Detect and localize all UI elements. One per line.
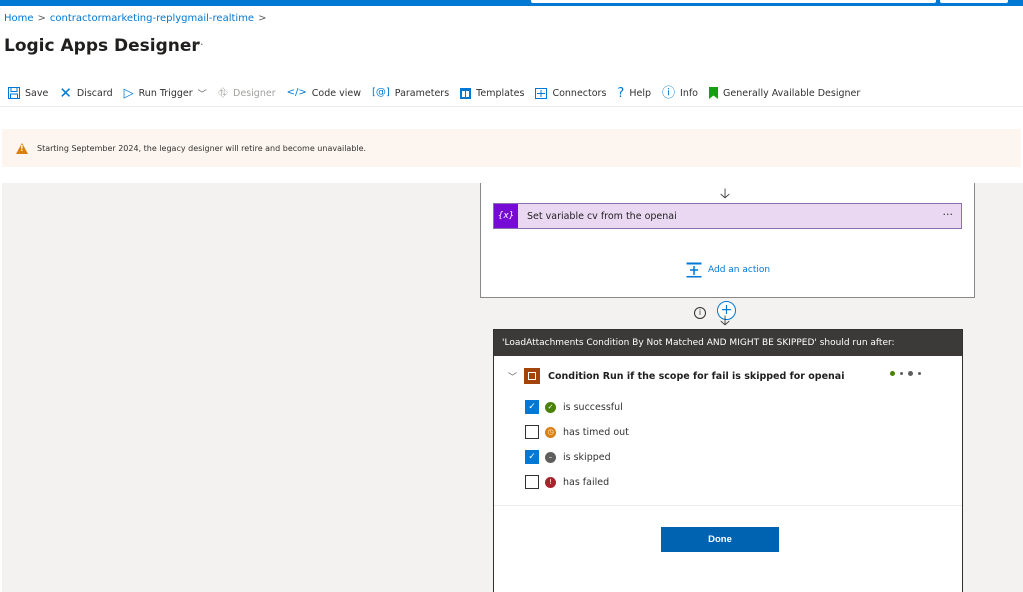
run-after-panel: 'LoadAttachments Condition By Not Matche… — [493, 329, 963, 592]
toolbar-divider — [0, 106, 1023, 107]
info-button[interactable]: ⓘ Info — [662, 87, 698, 100]
retirement-warning-banner: Starting September 2024, the legacy desi… — [2, 129, 1021, 167]
add-action-icon — [686, 262, 702, 278]
templates-button[interactable]: Templates — [460, 87, 525, 99]
designer-label: Designer — [233, 87, 276, 99]
failed-icon: ! — [545, 476, 556, 488]
play-icon: ▷ — [123, 85, 134, 101]
checkbox-checked[interactable]: ✓ — [525, 400, 539, 414]
top-nav-bar — [0, 0, 1023, 6]
more-options-icon[interactable]: ··· — [193, 38, 204, 51]
arrow-down-icon: 🡣 — [720, 313, 731, 329]
close-icon: ✕ — [59, 83, 72, 102]
variable-icon: {x} — [494, 204, 518, 228]
chevron-down-icon: ﹀ — [197, 89, 207, 100]
add-action-label: Add an action — [708, 265, 771, 275]
option-label: is successful — [563, 401, 623, 413]
code-view-label: Code view — [311, 87, 361, 99]
save-icon — [8, 87, 20, 99]
checkbox-unchecked[interactable] — [525, 425, 539, 439]
help-button[interactable]: ? Help — [617, 87, 651, 100]
option-is-skipped[interactable]: ✓ – is skipped — [525, 450, 611, 464]
designer-toolbar: Save ✕ Discard ▷ Run Trigger ﹀ ⛗ Designer </… — [8, 84, 871, 102]
breadcrumb-separator-icon: > — [258, 13, 267, 24]
bookmark-icon — [709, 87, 718, 99]
run-trigger-label: Run Trigger — [138, 87, 193, 99]
checkbox-unchecked[interactable] — [525, 475, 539, 489]
save-label: Save — [25, 87, 49, 99]
option-label: has failed — [563, 476, 610, 488]
info-icon: ⓘ — [662, 85, 676, 101]
templates-label: Templates — [476, 87, 525, 99]
scope-icon — [524, 368, 541, 384]
save-button[interactable]: Save — [8, 87, 48, 99]
clock-icon: ◷ — [545, 426, 556, 438]
warning-icon — [16, 142, 28, 154]
condition-name: Condition Run if the scope for fail is s… — [548, 370, 845, 382]
help-label: Help — [629, 87, 651, 99]
warning-text: Starting September 2024, the legacy desi… — [37, 143, 367, 153]
info-label: Info — [680, 87, 698, 99]
connectors-icon — [535, 87, 548, 99]
connectors-label: Connectors — [552, 87, 607, 99]
breadcrumb-home[interactable]: Home — [4, 13, 34, 24]
option-is-successful[interactable]: ✓ ✓ is successful — [525, 400, 623, 414]
action-more-icon[interactable]: ··· — [943, 208, 954, 221]
set-variable-action[interactable]: {x} Set variable cv from the openai ··· — [493, 203, 962, 229]
option-has-timed-out[interactable]: ◷ has timed out — [525, 425, 629, 439]
templates-icon — [460, 87, 472, 99]
parameters-button[interactable]: [@] Parameters — [372, 88, 449, 99]
question-icon: ? — [617, 85, 625, 101]
parameters-label: Parameters — [394, 87, 450, 99]
run-after-info-icon[interactable]: i — [694, 307, 706, 319]
top-nav-button[interactable] — [940, 0, 1008, 3]
discard-button[interactable]: ✕ Discard — [59, 83, 113, 102]
status-dots-icon — [890, 371, 926, 376]
code-icon: </> — [286, 87, 307, 98]
condition-row[interactable]: ﹀ Condition Run if the scope for fail is… — [508, 368, 844, 384]
done-button[interactable]: Done — [661, 527, 779, 552]
action-title: Set variable cv from the openai — [527, 210, 677, 222]
discard-label: Discard — [76, 87, 113, 99]
checkbox-checked[interactable]: ✓ — [525, 450, 539, 464]
arrow-down-icon: 🡣 — [720, 186, 731, 202]
option-has-failed[interactable]: ! has failed — [525, 475, 609, 489]
global-search-box[interactable] — [531, 0, 936, 3]
code-view-button[interactable]: </> Code view — [287, 88, 361, 99]
parameters-icon: [@] — [371, 87, 390, 98]
add-action-button[interactable]: Add an action — [686, 262, 770, 278]
option-label: has timed out — [563, 426, 629, 438]
designer-button: ⛗ Designer — [218, 87, 276, 100]
panel-divider — [494, 505, 962, 506]
designer-icon: ⛗ — [217, 85, 229, 101]
run-trigger-button[interactable]: ▷ Run Trigger ﹀ — [124, 87, 207, 100]
ga-designer-label: Generally Available Designer — [723, 87, 861, 99]
breadcrumb: Home > contractormarketing-replygmail-real… — [4, 13, 270, 24]
page-title: Logic Apps Designer — [4, 36, 200, 56]
chevron-down-icon[interactable]: ﹀ — [508, 370, 517, 383]
run-after-header: 'LoadAttachments Condition By Not Matche… — [494, 330, 962, 356]
breadcrumb-resource[interactable]: contractormarketing-replygmail-realtime — [50, 13, 254, 24]
connectors-button[interactable]: Connectors — [535, 87, 607, 99]
skipped-icon: – — [545, 451, 556, 463]
ga-designer-button[interactable]: Generally Available Designer — [709, 87, 860, 99]
breadcrumb-separator-icon: > — [37, 13, 46, 24]
success-icon: ✓ — [545, 401, 556, 413]
option-label: is skipped — [563, 451, 611, 463]
